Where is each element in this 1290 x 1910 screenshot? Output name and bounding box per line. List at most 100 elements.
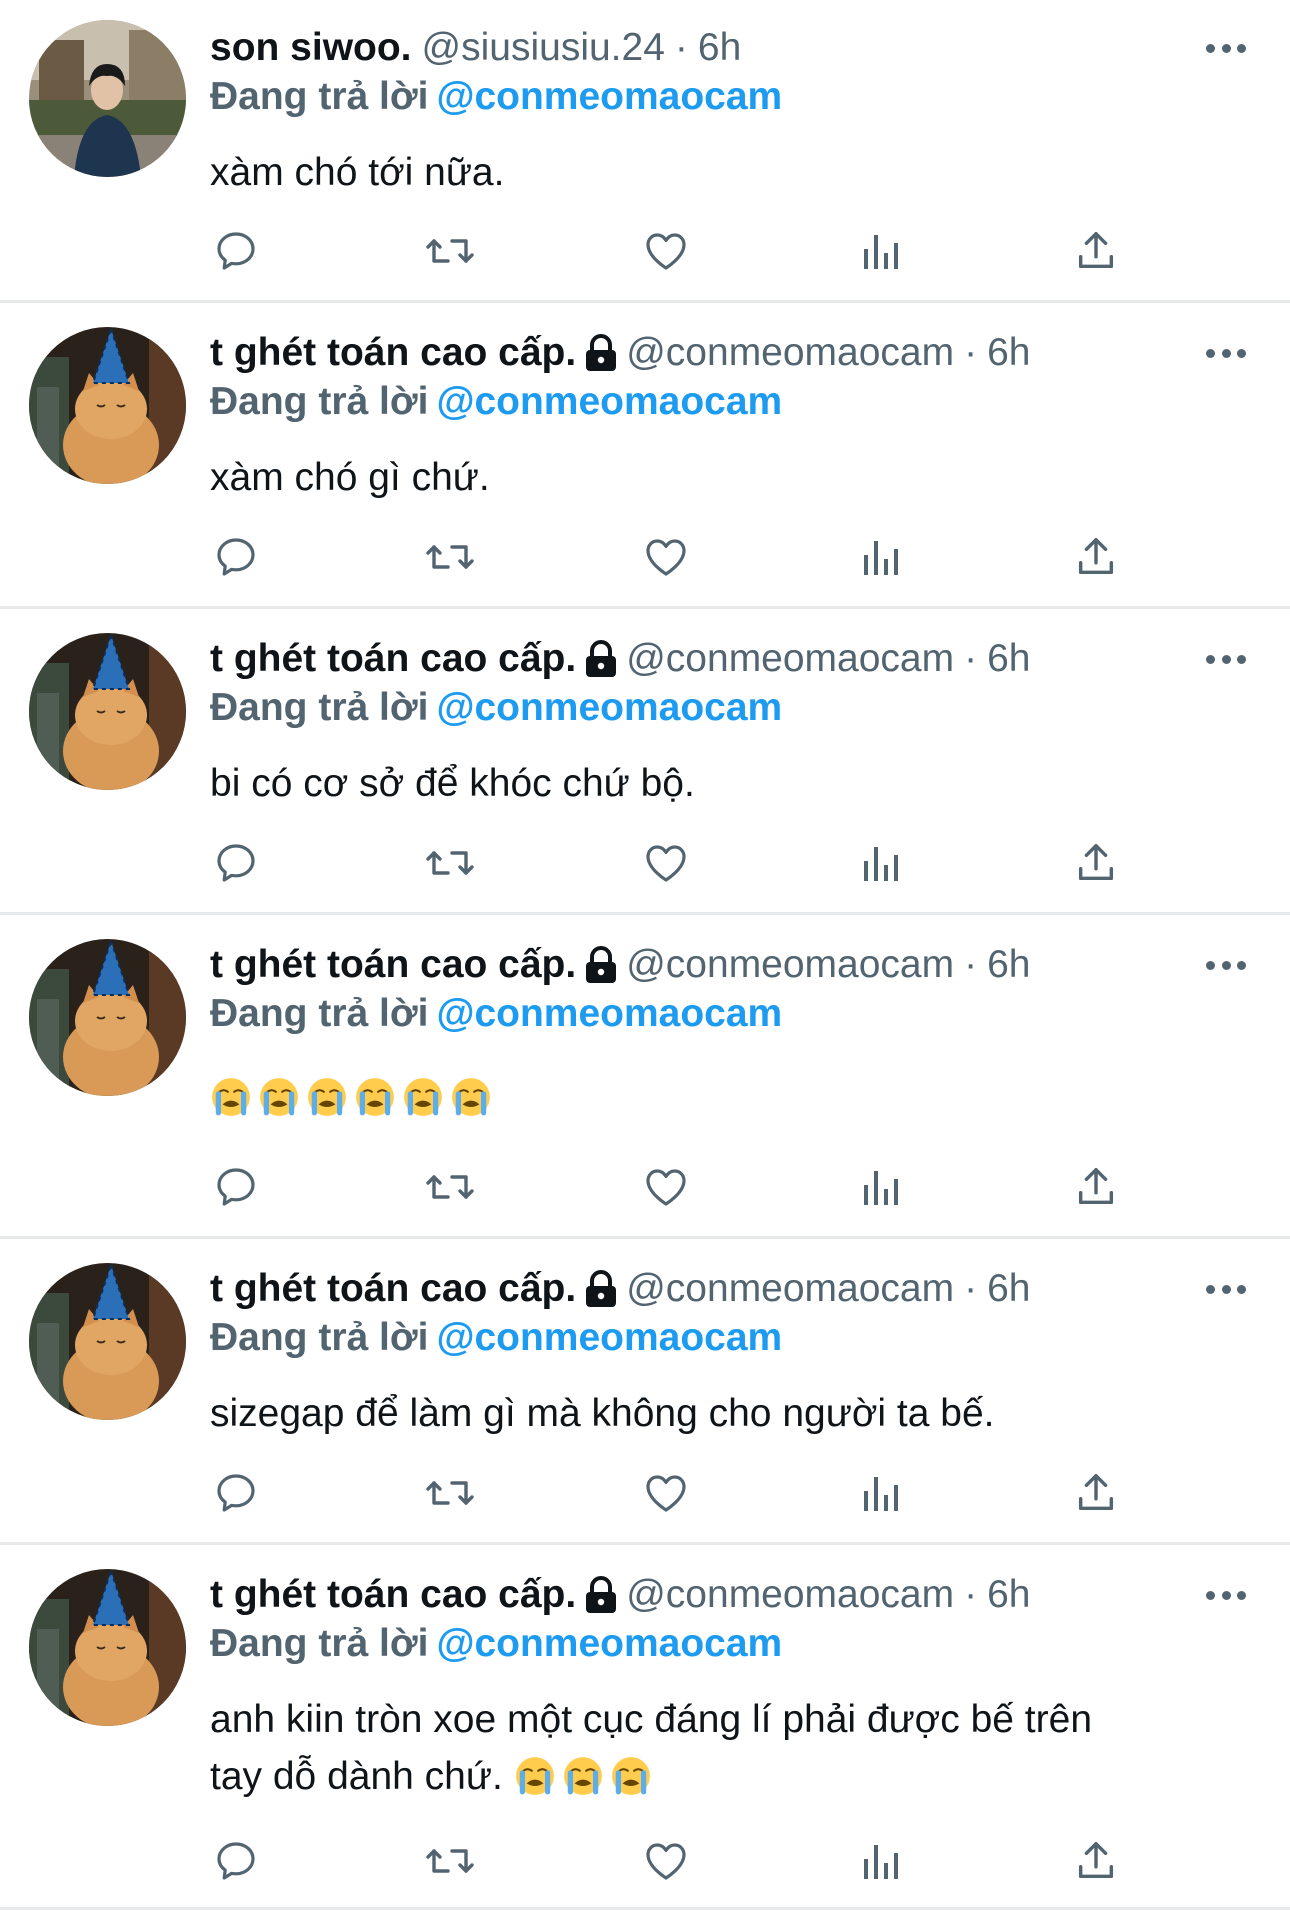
user-handle[interactable]: @conmeomaocam [626, 329, 954, 377]
like-icon[interactable] [640, 1835, 692, 1887]
tweet-text-span: xàm chó tới nữa. [210, 151, 505, 194]
reply-context: Đang trả lời @conmeomaocam [210, 377, 1250, 427]
cat-party-hat-avatar[interactable] [29, 633, 186, 790]
timestamp[interactable]: 6h [987, 329, 1030, 377]
reply-prefix: Đang trả lời [210, 75, 429, 118]
reply-prefix: Đang trả lời [210, 380, 429, 423]
share-icon[interactable] [1070, 1161, 1122, 1213]
reply-icon[interactable] [210, 1467, 262, 1519]
display-name[interactable]: t ghét toán cao cấp. [210, 941, 576, 989]
tweet-text-span: anh kiin tròn xoe một cục đáng lí phải đ… [210, 1698, 1093, 1741]
tweet-content: son siwoo. @siusiusiu.24 · 6h Đang trả lời @c… [210, 24, 1250, 122]
display-name[interactable]: t ghét toán cao cấp. [210, 1265, 576, 1313]
reply-prefix: Đang trả lời [210, 686, 429, 729]
reply-mention-link[interactable]: @conmeomaocam [436, 1622, 782, 1665]
retweet-icon[interactable] [424, 837, 476, 889]
views-icon[interactable] [856, 531, 908, 583]
more-options-icon[interactable] [1206, 653, 1246, 665]
share-icon[interactable] [1070, 1467, 1122, 1519]
display-name[interactable]: t ghét toán cao cấp. [210, 635, 576, 683]
retweet-icon[interactable] [424, 531, 476, 583]
views-icon[interactable] [856, 837, 908, 889]
display-name[interactable]: t ghét toán cao cấp. [210, 1571, 576, 1619]
tweet[interactable]: t ghét toán cao cấp. @conmeomaocam · 6h Đang… [0, 1545, 1290, 1910]
retweet-icon[interactable] [424, 1161, 476, 1213]
retweet-icon[interactable] [424, 1835, 476, 1887]
like-icon[interactable] [640, 531, 692, 583]
tweet[interactable]: t ghét toán cao cấp. @conmeomaocam · 6h Đang… [0, 609, 1290, 915]
retweet-icon[interactable] [424, 1467, 476, 1519]
reply-icon[interactable] [210, 531, 262, 583]
share-icon[interactable] [1070, 225, 1122, 277]
more-options-icon[interactable] [1206, 42, 1246, 54]
reply-context: Đang trả lời @conmeomaocam [210, 1619, 1250, 1669]
like-icon[interactable] [640, 1467, 692, 1519]
reply-icon[interactable] [210, 1835, 262, 1887]
separator-dot: · [964, 331, 978, 374]
user-handle[interactable]: @conmeomaocam [626, 1265, 954, 1313]
user-handle[interactable]: @conmeomaocam [626, 635, 954, 683]
like-icon[interactable] [640, 1161, 692, 1213]
timestamp[interactable]: 6h [987, 635, 1030, 683]
timestamp[interactable]: 6h [987, 941, 1030, 989]
more-options-icon[interactable] [1206, 1283, 1246, 1295]
separator-dot: · [964, 637, 978, 680]
tweet-content: t ghét toán cao cấp. @conmeomaocam · 6h Đang… [210, 1265, 1250, 1363]
reply-mention-link[interactable]: @conmeomaocam [436, 992, 782, 1035]
display-name[interactable]: son siwoo. [210, 24, 412, 72]
reply-mention-link[interactable]: @conmeomaocam [436, 686, 782, 729]
loudly-crying-face-emoji [514, 1755, 556, 1813]
like-icon[interactable] [640, 837, 692, 889]
tweet-text: sizegap để làm gì mà không cho người ta … [210, 1385, 1250, 1442]
loudly-crying-face-emoji [306, 1076, 348, 1134]
timestamp[interactable]: 6h [987, 1265, 1030, 1313]
tweet-content: t ghét toán cao cấp. @conmeomaocam · 6h Đang… [210, 941, 1250, 1039]
reply-mention-link[interactable]: @conmeomaocam [436, 380, 782, 423]
tweet-text: anh kiin tròn xoe một cục đáng lí phải đ… [210, 1691, 1250, 1813]
reply-icon[interactable] [210, 837, 262, 889]
tweet[interactable]: t ghét toán cao cấp. @conmeomaocam · 6h Đang… [0, 1239, 1290, 1545]
views-icon[interactable] [856, 1161, 908, 1213]
cat-party-hat-avatar[interactable] [29, 327, 186, 484]
views-icon[interactable] [856, 225, 908, 277]
cat-party-hat-avatar[interactable] [29, 1569, 186, 1726]
share-icon[interactable] [1070, 1835, 1122, 1887]
reply-icon[interactable] [210, 225, 262, 277]
tweet-text-line: xàm chó tới nữa. [210, 144, 1250, 201]
reply-mention-link[interactable]: @conmeomaocam [436, 1316, 782, 1359]
loudly-crying-face-emoji [258, 1076, 300, 1134]
timestamp[interactable]: 6h [987, 1571, 1030, 1619]
cat-party-hat-avatar[interactable] [29, 1263, 186, 1420]
timestamp[interactable]: 6h [698, 24, 741, 72]
loudly-crying-face-emoji [210, 1076, 252, 1134]
tweet-text-span: sizegap để làm gì mà không cho người ta … [210, 1392, 995, 1435]
like-icon[interactable] [640, 225, 692, 277]
more-options-icon[interactable] [1206, 347, 1246, 359]
more-options-icon[interactable] [1206, 959, 1246, 971]
cat-party-hat-avatar[interactable] [29, 939, 186, 1096]
user-handle[interactable]: @conmeomaocam [626, 1571, 954, 1619]
display-name[interactable]: t ghét toán cao cấp. [210, 329, 576, 377]
share-icon[interactable] [1070, 531, 1122, 583]
tweet-text: xàm chó gì chứ. [210, 449, 1250, 506]
retweet-icon[interactable] [424, 225, 476, 277]
reply-icon[interactable] [210, 1161, 262, 1213]
separator-dot: · [964, 1267, 978, 1310]
reply-prefix: Đang trả lời [210, 1622, 429, 1665]
share-icon[interactable] [1070, 837, 1122, 889]
tweet[interactable]: t ghét toán cao cấp. @conmeomaocam · 6h Đang… [0, 915, 1290, 1239]
tweet[interactable]: t ghét toán cao cấp. @conmeomaocam · 6h Đang… [0, 303, 1290, 609]
reply-context: Đang trả lời @conmeomaocam [210, 1313, 1250, 1363]
tweet-text: xàm chó tới nữa. [210, 144, 1250, 201]
tweet-text-line: bi có cơ sở để khóc chứ bộ. [210, 755, 1250, 812]
user-handle[interactable]: @conmeomaocam [626, 941, 954, 989]
views-icon[interactable] [856, 1467, 908, 1519]
reply-context: Đang trả lời @conmeomaocam [210, 989, 1250, 1039]
person-avatar[interactable] [29, 20, 186, 177]
tweet-content: t ghét toán cao cấp. @conmeomaocam · 6h Đang… [210, 635, 1250, 733]
tweet[interactable]: son siwoo. @siusiusiu.24 · 6h Đang trả lời @c… [0, 0, 1290, 303]
more-options-icon[interactable] [1206, 1589, 1246, 1601]
views-icon[interactable] [856, 1835, 908, 1887]
reply-mention-link[interactable]: @conmeomaocam [436, 75, 782, 118]
user-handle[interactable]: @siusiusiu.24 [422, 24, 665, 72]
